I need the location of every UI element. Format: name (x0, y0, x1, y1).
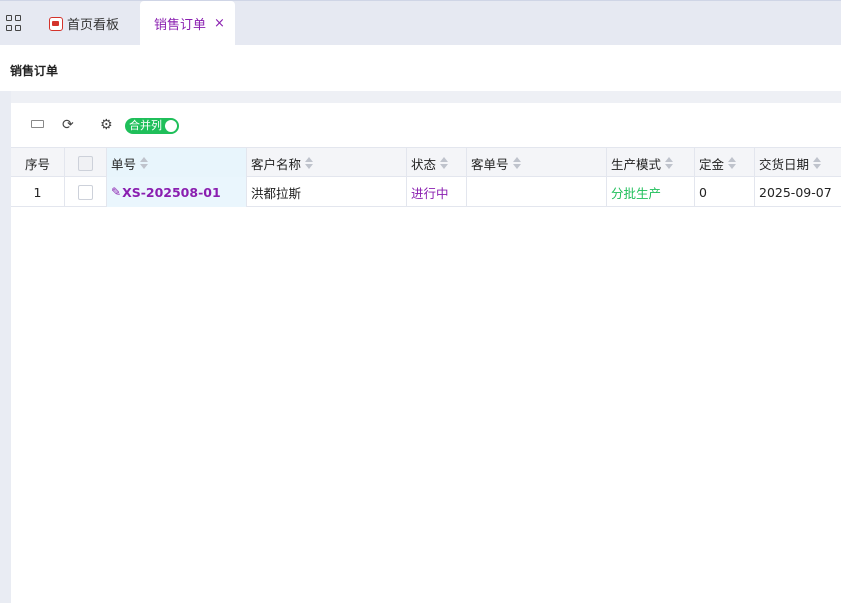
table-row[interactable]: 1 ✎ XS-202508-01 洪都拉斯 进行中 分批生产 0 2025-09… (11, 177, 841, 207)
col-header-customer[interactable]: 客户名称 (247, 148, 407, 178)
page-title: 销售订单 (10, 64, 59, 78)
col-header-status[interactable]: 状态 (407, 148, 467, 178)
col-header-delivery-date[interactable]: 交货日期 (755, 148, 841, 178)
toolbar: ⟳ ⚙ 合并列 (11, 103, 841, 147)
tab-home-dashboard[interactable]: 首页看板 (44, 1, 136, 46)
gear-icon[interactable]: ⚙ (100, 118, 113, 132)
sort-icon[interactable] (512, 156, 522, 170)
tab-sales-order[interactable]: 销售订单 × (140, 1, 235, 46)
select-all-checkbox[interactable] (65, 148, 107, 178)
tab-bar: 首页看板 销售订单 × (0, 0, 841, 46)
cell-deposit: 0 (695, 177, 755, 207)
dashboard-icon (49, 16, 63, 31)
col-header-seq: 序号 (11, 148, 65, 178)
sort-icon[interactable] (305, 156, 314, 170)
cell-status: 进行中 (407, 177, 467, 207)
sort-icon[interactable] (728, 156, 737, 170)
close-icon[interactable]: × (214, 16, 225, 31)
cell-seq: 1 (11, 177, 65, 207)
edit-icon[interactable]: ✎ (111, 185, 121, 199)
app-grid-icon[interactable] (6, 15, 22, 31)
table-header: 序号 单号 客户名称 状态 客单号 生产模式 定金 交货日期 (11, 147, 841, 178)
col-header-customer-order-no[interactable]: 客单号 (467, 148, 607, 178)
cell-order-no[interactable]: ✎ XS-202508-01 (107, 177, 247, 207)
sort-icon[interactable] (665, 156, 674, 170)
content-panel: ⟳ ⚙ 合并列 序号 单号 客户名称 状态 客单号 生产模式 定金 交货日期 1… (11, 103, 841, 603)
page-header: 销售订单 (0, 45, 841, 91)
left-strip (0, 91, 11, 603)
col-header-mode[interactable]: 生产模式 (607, 148, 695, 178)
tab-label: 销售订单 (154, 18, 207, 33)
refresh-icon[interactable]: ⟳ (62, 118, 74, 132)
data-table: 序号 单号 客户名称 状态 客单号 生产模式 定金 交货日期 1 ✎ XS-20… (11, 147, 841, 207)
order-link[interactable]: XS-202508-01 (122, 185, 221, 200)
cell-delivery-date: 2025-09-07 (759, 184, 832, 200)
sort-icon[interactable] (813, 156, 822, 170)
keyboard-icon[interactable] (31, 120, 44, 128)
col-header-order-no[interactable]: 单号 (107, 148, 247, 178)
merge-columns-toggle[interactable]: 合并列 (125, 118, 179, 134)
cell-customer-order-no (467, 177, 607, 207)
toggle-label: 合并列 (129, 119, 162, 132)
cell-customer: 洪都拉斯 (247, 177, 407, 207)
toggle-knob (165, 120, 177, 132)
sort-icon[interactable] (140, 156, 149, 170)
tab-label: 首页看板 (67, 18, 120, 33)
sort-icon[interactable] (440, 156, 449, 170)
col-header-deposit[interactable]: 定金 (695, 148, 755, 178)
cell-mode: 分批生产 (607, 177, 695, 207)
row-checkbox[interactable] (65, 177, 107, 207)
